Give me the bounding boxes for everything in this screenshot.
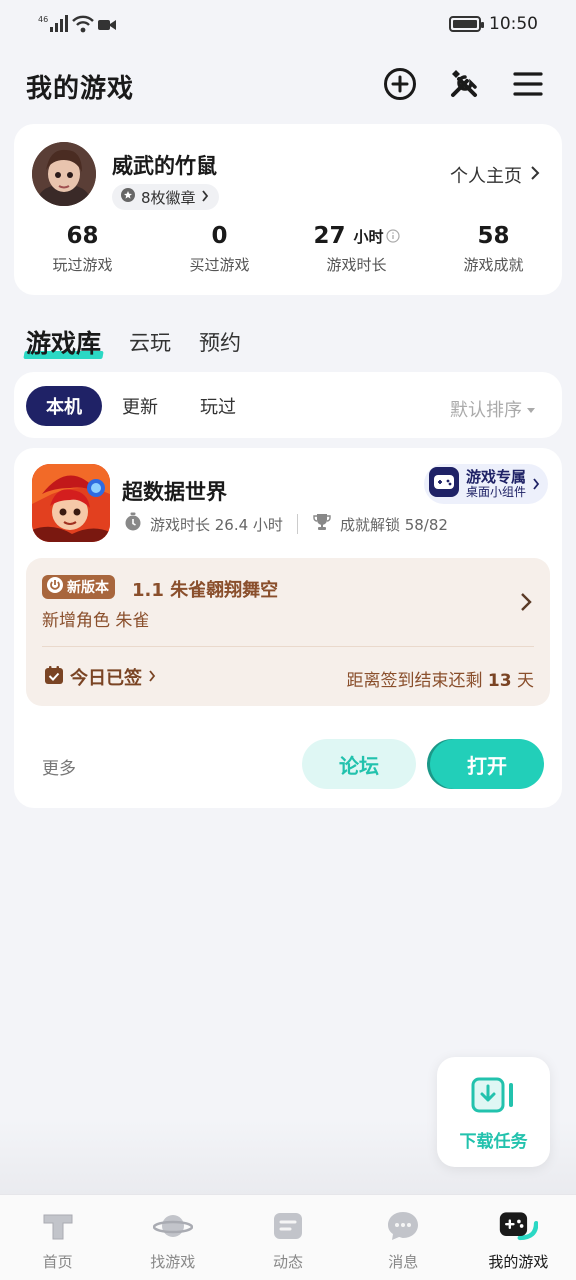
stat-value: 0: [211, 223, 228, 249]
update-description: 新增角色 朱雀: [42, 611, 150, 631]
clock: 10:50: [489, 14, 538, 34]
tab-messages[interactable]: 消息: [346, 1195, 461, 1280]
countdown-days: 13: [487, 671, 512, 691]
game-title: 超数据世界: [122, 480, 227, 504]
game-icon[interactable]: [32, 464, 110, 542]
stat-label: 游戏成就: [463, 256, 524, 274]
section-tabs: 游戏库 云玩 预约: [23, 316, 241, 360]
info-icon[interactable]: [385, 223, 400, 249]
stat-played[interactable]: 68 玩过游戏: [14, 220, 151, 275]
more-link[interactable]: 更多: [42, 754, 76, 779]
stat-label: 游戏时长: [326, 256, 387, 274]
tab-my-games[interactable]: 我的游戏: [461, 1195, 576, 1280]
tab-label: 找游戏: [150, 1253, 196, 1271]
filter-chip-updates[interactable]: 更新: [110, 386, 170, 426]
stat-label: 买过游戏: [189, 256, 250, 274]
page-title: 我的游戏: [26, 74, 135, 104]
homepage-link[interactable]: 个人主页: [450, 162, 540, 188]
game-achievements: 成就解锁 58/82: [339, 515, 448, 534]
tab-label: 首页: [42, 1253, 73, 1271]
new-version-label: 新版本: [67, 580, 109, 596]
status-bar: 46 10:50: [0, 0, 576, 50]
homepage-link-label: 个人主页: [450, 166, 522, 187]
download-icon: [471, 1075, 517, 1119]
menu-icon[interactable]: [510, 66, 546, 102]
username: 威武的竹鼠: [112, 154, 217, 178]
sort-dropdown[interactable]: 默认排序: [450, 396, 536, 422]
trophy-icon: [312, 513, 332, 535]
game-playtime: 游戏时长 26.4 小时: [150, 515, 283, 534]
chevron-right-icon: [530, 165, 540, 186]
signal-icon: 46: [38, 14, 68, 38]
tab-label: 我的游戏: [488, 1253, 549, 1271]
planet-icon: [152, 1209, 193, 1243]
caret-down-icon: [526, 399, 536, 420]
stat-value: 58: [477, 223, 510, 249]
home-icon: [38, 1209, 78, 1243]
stats-row: 68 玩过游戏 0 买过游戏 27 小时 游戏时长 58 游戏成就: [14, 220, 562, 275]
desktop-widget-button[interactable]: 游戏专属 桌面小组件: [423, 464, 548, 504]
tools-icon[interactable]: [446, 66, 482, 102]
tab-label: 动态: [273, 1253, 304, 1271]
widget-title: 游戏专属: [465, 468, 526, 486]
chat-icon: [383, 1209, 423, 1243]
tab-game-library[interactable]: 游戏库: [23, 324, 104, 360]
chevron-right-icon: [201, 188, 209, 206]
chevron-right-icon: [532, 475, 540, 494]
add-icon[interactable]: [382, 66, 418, 102]
header: 我的游戏: [0, 56, 576, 112]
filter-chip-played[interactable]: 玩过: [188, 386, 248, 426]
badge-count-label: 8枚徽章: [141, 188, 196, 207]
download-tasks-button[interactable]: 下载任务: [437, 1057, 550, 1167]
profile-card: 威武的竹鼠 8枚徽章 个人主页 68 玩过游戏 0 买过游戏 27 小时 游戏时…: [14, 124, 562, 295]
stat-label: 玩过游戏: [52, 256, 113, 274]
new-version-tag: 新版本: [42, 575, 115, 599]
download-tasks-label: 下载任务: [459, 1132, 528, 1152]
avatar[interactable]: [32, 142, 96, 206]
meta-divider: [296, 514, 298, 534]
open-game-button[interactable]: 打开: [430, 739, 544, 789]
stat-achievements[interactable]: 58 游戏成就: [425, 220, 562, 275]
tab-feed[interactable]: 动态: [230, 1195, 345, 1280]
tab-reservation[interactable]: 预约: [199, 327, 241, 360]
forum-button[interactable]: 论坛: [302, 739, 416, 789]
signin-label: 今日已签: [70, 668, 142, 689]
power-icon: [46, 576, 64, 598]
stopwatch-icon: [124, 512, 142, 536]
medal-icon: [120, 187, 136, 207]
chevron-right-icon: [520, 592, 532, 616]
filter-chip-local[interactable]: 本机: [26, 386, 102, 426]
widget-subtitle: 桌面小组件: [465, 485, 526, 499]
bottom-tab-bar: 首页 找游戏 动态 消息 我的游戏: [0, 1194, 576, 1280]
badge-count-button[interactable]: 8枚徽章: [112, 184, 219, 210]
stat-purchased[interactable]: 0 买过游戏: [151, 220, 288, 275]
stat-playtime[interactable]: 27 小时 游戏时长: [288, 220, 425, 275]
tab-label: 消息: [388, 1253, 419, 1271]
svg-text:46: 46: [38, 15, 48, 24]
update-title: 1.1 朱雀翱翔舞空: [132, 580, 279, 601]
game-meta: 游戏时长 26.4 小时 成就解锁 58/82: [124, 512, 448, 536]
tab-cloud-play[interactable]: 云玩: [129, 327, 171, 360]
gamepad-icon: [498, 1209, 539, 1243]
gamepad-widget-icon: [428, 466, 460, 502]
tab-discover[interactable]: 找游戏: [115, 1195, 230, 1280]
battery-icon: [449, 16, 484, 32]
video-camera-icon: [98, 17, 116, 36]
wifi-icon: [72, 15, 94, 37]
stat-unit: 小时: [353, 227, 384, 246]
game-card: 超数据世界 游戏专属 桌面小组件 游戏时长 26.4 小时 成就解锁 58/82…: [14, 448, 562, 808]
sort-label: 默认排序: [450, 400, 522, 421]
update-panel[interactable]: 新版本 1.1 朱雀翱翔舞空 新增角色 朱雀 今日已签 距离签到结束还剩 13 …: [26, 558, 550, 706]
divider: [42, 646, 534, 647]
calendar-check-icon: [44, 665, 64, 690]
feed-icon: [268, 1209, 308, 1243]
filter-bar: 本机 更新 玩过 默认排序: [14, 372, 562, 438]
daily-signin-button[interactable]: 今日已签: [44, 664, 156, 690]
tab-home[interactable]: 首页: [0, 1195, 115, 1280]
chevron-right-icon: [148, 667, 156, 688]
stat-value: 68: [66, 223, 99, 249]
stat-value: 27: [313, 223, 346, 249]
signin-countdown: 距离签到结束还剩 13 天: [346, 671, 534, 691]
